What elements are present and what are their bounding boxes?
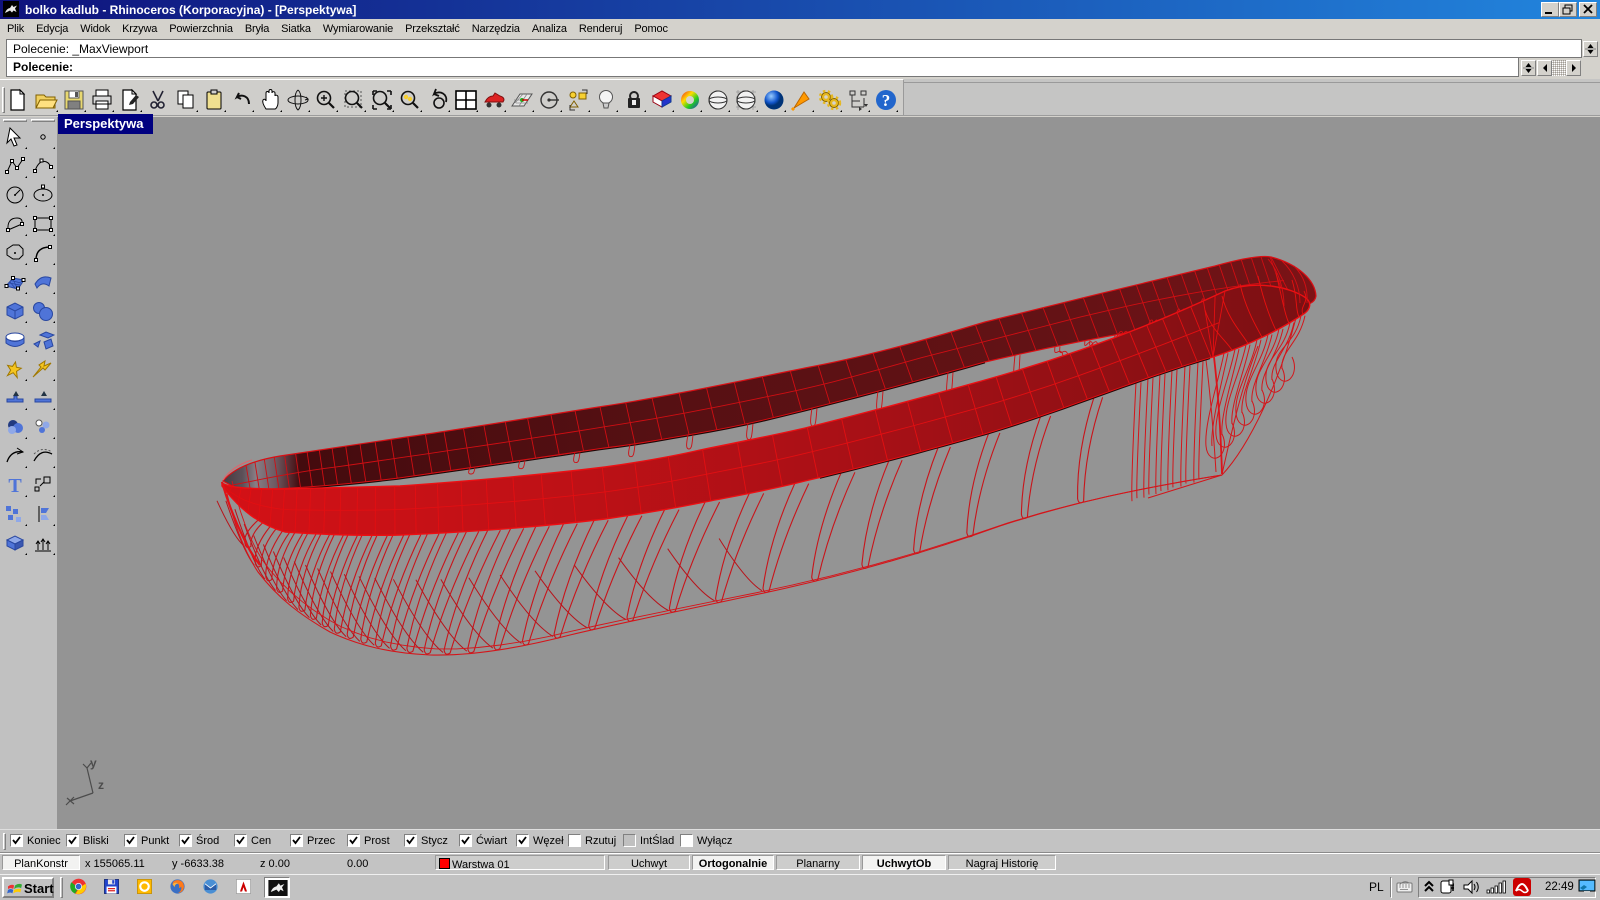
svg-text:z: z [98,778,104,792]
svg-text:y: y [90,759,97,770]
svg-text:?: ? [882,91,891,110]
svg-text:T: T [8,475,22,497]
